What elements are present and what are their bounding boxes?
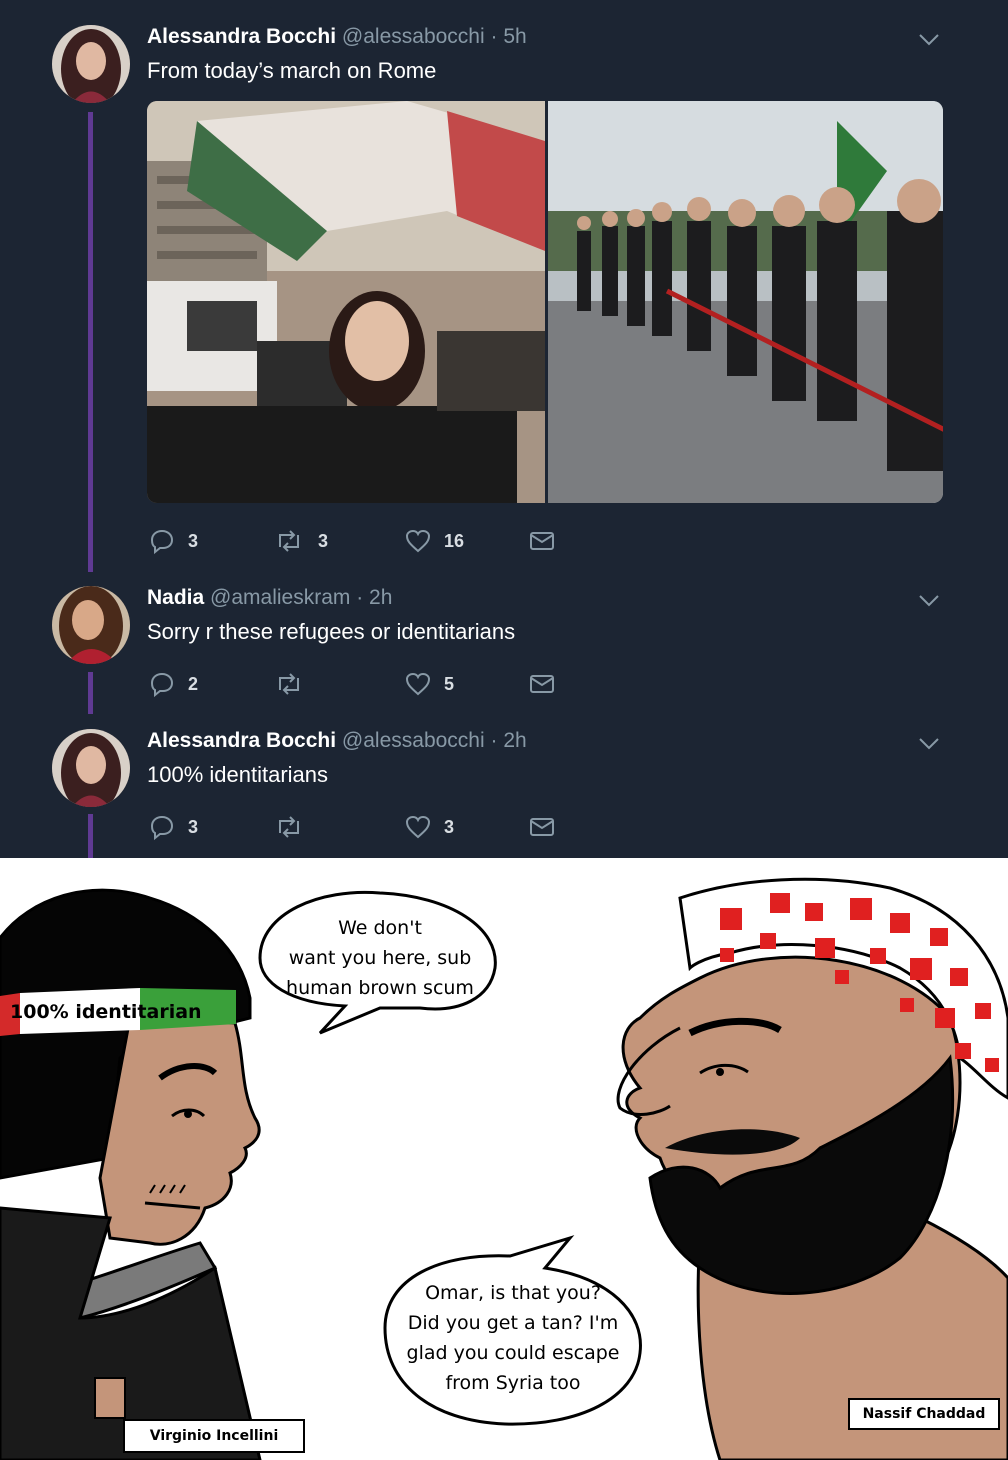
retweet-button[interactable] — [272, 669, 318, 699]
direct-message-button[interactable] — [528, 526, 556, 556]
reply-count: 3 — [188, 816, 199, 837]
tweet-text: Sorry r these refugees or identitarians — [147, 619, 516, 644]
like-button[interactable]: 16 — [404, 526, 464, 556]
retweet-button[interactable] — [272, 812, 318, 842]
chevron-down-icon[interactable] — [918, 33, 940, 47]
like-icon — [405, 672, 431, 696]
like-count: 16 — [444, 530, 465, 551]
like-button[interactable]: 3 — [404, 812, 454, 842]
retweet-icon — [279, 816, 299, 838]
like-count: 3 — [444, 816, 455, 837]
display-name[interactable]: Alessandra Bocchi — [147, 25, 336, 48]
tweet[interactable]: Alessandra Bocchi @alessabocchi · 5h Fro… — [0, 0, 1008, 570]
user-handle[interactable]: @alessabocchi — [342, 25, 485, 48]
direct-message-icon — [530, 532, 554, 550]
tweet[interactable]: Nadia @amalieskram · 2h Sorry r these re… — [0, 570, 1008, 713]
like-icon — [405, 529, 431, 553]
chevron-down-icon[interactable] — [918, 737, 940, 751]
left-speech-bubble: We don't want you here, sub human brown … — [270, 913, 490, 1003]
like-button[interactable]: 5 — [404, 669, 454, 699]
timestamp[interactable]: · 2h — [491, 729, 527, 752]
retweet-icon — [279, 673, 299, 695]
reply-button[interactable]: 3 — [148, 812, 198, 842]
avatar[interactable] — [52, 586, 130, 664]
speech-line: human brown scum — [286, 977, 474, 999]
timestamp[interactable]: · 5h — [491, 25, 527, 48]
reply-button[interactable]: 2 — [148, 669, 198, 699]
like-count: 5 — [444, 673, 455, 694]
direct-message-icon — [530, 675, 554, 693]
reply-count: 2 — [188, 673, 199, 694]
speech-line: Omar, is that you? — [425, 1282, 601, 1304]
speech-line: glad you could escape — [406, 1342, 620, 1364]
avatar[interactable] — [52, 729, 130, 807]
tweet-media[interactable] — [147, 101, 943, 503]
reply-icon — [150, 815, 174, 841]
march-photo — [147, 101, 943, 503]
retweet-count: 3 — [318, 530, 329, 551]
reply-icon — [150, 672, 174, 698]
speech-line: We don't — [338, 917, 422, 939]
comic-panel: 100% identitarian We don't want you here… — [0, 858, 1008, 1460]
left-character-name: Virginio Incellini — [123, 1419, 305, 1453]
user-handle[interactable]: @amalieskram — [210, 586, 350, 609]
user-handle[interactable]: @alessabocchi — [342, 729, 485, 752]
retweet-icon — [279, 530, 299, 552]
speech-line: want you here, sub — [288, 947, 472, 969]
speech-line: Did you get a tan? I'm — [407, 1312, 619, 1334]
reply-button[interactable]: 3 — [148, 526, 198, 556]
timestamp[interactable]: · 2h — [356, 586, 392, 609]
tweet[interactable]: Alessandra Bocchi @alessabocchi · 2h 100… — [0, 713, 1008, 858]
display-name[interactable]: Nadia — [147, 586, 204, 609]
speech-line: from Syria too — [445, 1372, 581, 1394]
tweet-text: 100% identitarians — [147, 762, 329, 787]
tweet-text: From today’s march on Rome — [147, 58, 437, 83]
twitter-thread: Alessandra Bocchi @alessabocchi · 5h Fro… — [0, 0, 1008, 858]
direct-message-button[interactable] — [528, 812, 556, 842]
retweet-button[interactable]: 3 — [272, 526, 328, 556]
right-speech-bubble: Omar, is that you? Did you get a tan? I'… — [388, 1278, 638, 1398]
reply-icon — [150, 529, 174, 555]
like-icon — [405, 815, 431, 839]
reply-count: 3 — [188, 530, 199, 551]
display-name[interactable]: Alessandra Bocchi — [147, 729, 336, 752]
direct-message-button[interactable] — [528, 669, 556, 699]
headband-label: 100% identitarian — [10, 1001, 202, 1023]
direct-message-icon — [530, 818, 554, 836]
right-character-name: Nassif Chaddad — [848, 1398, 1000, 1430]
avatar[interactable] — [52, 25, 130, 103]
chevron-down-icon[interactable] — [918, 594, 940, 608]
